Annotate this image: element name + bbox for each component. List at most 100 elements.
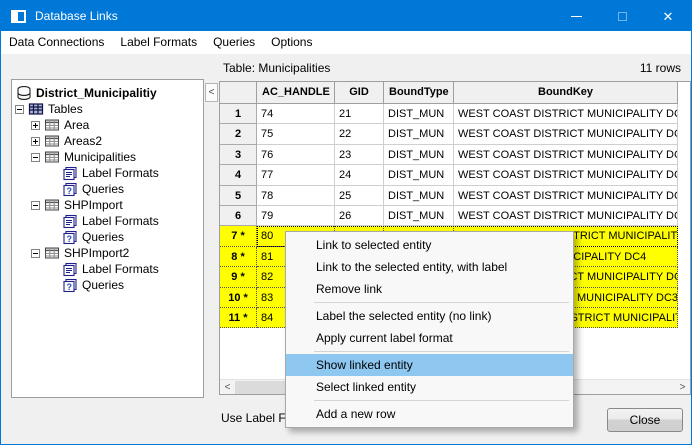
cell[interactable]: DIST_MUN — [384, 145, 454, 165]
collapse-tree-button[interactable]: < — [205, 83, 218, 102]
menubar-item-label-formats[interactable]: Label Formats — [112, 31, 205, 54]
cell[interactable]: 26 — [335, 206, 384, 226]
row-header[interactable]: 5 — [220, 186, 257, 206]
menu-item-add-a-new-row[interactable]: Add a new row — [286, 403, 573, 425]
cell[interactable]: 22 — [335, 124, 384, 144]
row-header[interactable]: 9 * — [220, 267, 257, 287]
table-row[interactable]: 17421DIST_MUNWEST COAST DISTRICT MUNICIP… — [220, 104, 690, 124]
minimize-button[interactable] — [553, 1, 599, 31]
tree-item-label-formats[interactable]: Label Formats — [12, 261, 203, 277]
cell[interactable]: WEST COAST DISTRICT MUNICIPALITY DC1 — [454, 165, 678, 185]
label-formats-icon — [62, 165, 78, 181]
table-row[interactable]: 27522DIST_MUNWEST COAST DISTRICT MUNICIP… — [220, 124, 690, 144]
row-header[interactable]: 3 — [220, 145, 257, 165]
menu-item-label-the-selected-entity-no-link-[interactable]: Label the selected entity (no link) — [286, 305, 573, 327]
cell[interactable]: DIST_MUN — [384, 186, 454, 206]
row-header[interactable]: 7 * — [220, 226, 257, 246]
table-row[interactable]: 47724DIST_MUNWEST COAST DISTRICT MUNICIP… — [220, 165, 690, 185]
tree-item-queries[interactable]: ?Queries — [12, 229, 203, 245]
column-header-BoundType[interactable]: BoundType — [384, 82, 454, 104]
cell[interactable]: 74 — [257, 104, 335, 124]
cell[interactable]: 76 — [257, 145, 335, 165]
cell[interactable]: WEST COAST DISTRICT MUNICIPALITY DC1 — [454, 145, 678, 165]
table-row[interactable]: 57825DIST_MUNWEST COAST DISTRICT MUNICIP… — [220, 186, 690, 206]
table-name-label: Table: Municipalities — [223, 61, 330, 75]
row-header[interactable]: 10 * — [220, 288, 257, 308]
menu-item-link-to-selected-entity[interactable]: Link to selected entity — [286, 234, 573, 256]
cell[interactable]: WEST COAST DISTRICT MUNICIPALITY DC1 — [454, 104, 678, 124]
row-header[interactable]: 8 * — [220, 247, 257, 267]
collapse-minus-icon[interactable] — [31, 153, 40, 162]
tree-item-district_municipalitiy[interactable]: District_Municipalitiy — [12, 85, 203, 101]
maximize-button[interactable] — [599, 1, 645, 31]
menu-separator — [314, 400, 569, 401]
column-header-BoundKey[interactable]: BoundKey — [454, 82, 678, 104]
expand-plus-icon[interactable] — [31, 121, 40, 130]
tree-item-shpimport2[interactable]: SHPImport2 — [12, 245, 203, 261]
tree-item-tables[interactable]: Tables — [12, 101, 203, 117]
tree-item-municipalities[interactable]: Municipalities — [12, 149, 203, 165]
row-header[interactable]: 2 — [220, 124, 257, 144]
collapse-minus-icon[interactable] — [31, 249, 40, 258]
row-header[interactable]: 4 — [220, 165, 257, 185]
row-count-label: 11 rows — [640, 61, 681, 75]
cell[interactable]: 78 — [257, 186, 335, 206]
menu-item-apply-current-label-format[interactable]: Apply current label format — [286, 327, 573, 349]
tree-item-label: Queries — [82, 229, 124, 245]
cell[interactable]: 25 — [335, 186, 384, 206]
collapse-minus-icon[interactable] — [15, 105, 24, 114]
cell[interactable]: DIST_MUN — [384, 124, 454, 144]
close-window-button[interactable]: ✕ — [645, 1, 691, 31]
cell[interactable]: 24 — [335, 165, 384, 185]
window-controls: ✕ — [553, 1, 691, 31]
cell[interactable]: 75 — [257, 124, 335, 144]
cell[interactable]: 79 — [257, 206, 335, 226]
row-header[interactable]: 11 * — [220, 308, 257, 328]
tree-item-area[interactable]: Area — [12, 117, 203, 133]
cell[interactable]: WEST COAST DISTRICT MUNICIPALITY DC1 — [454, 124, 678, 144]
menubar-item-options[interactable]: Options — [263, 31, 320, 54]
connection-tree: District_MunicipalitiyTablesAreaAreas2Mu… — [11, 79, 204, 398]
expand-plus-icon[interactable] — [31, 137, 40, 146]
tree-item-areas2[interactable]: Areas2 — [12, 133, 203, 149]
menu-item-select-linked-entity[interactable]: Select linked entity — [286, 376, 573, 398]
collapse-minus-icon[interactable] — [31, 201, 40, 210]
table-row[interactable]: 67926DIST_MUNWEST COAST DISTRICT MUNICIP… — [220, 206, 690, 226]
cell[interactable]: WEST COAST DISTRICT MUNICIPALITY DC1 — [454, 186, 678, 206]
title-bar[interactable]: Database Links ✕ — [1, 1, 691, 31]
queries-icon: ? — [62, 277, 78, 293]
table-row[interactable]: 37623DIST_MUNWEST COAST DISTRICT MUNICIP… — [220, 145, 690, 165]
scroll-right-arrow[interactable]: > — [675, 380, 690, 394]
menubar-item-data-connections[interactable]: Data Connections — [1, 31, 112, 54]
table-icon — [44, 117, 60, 133]
tree-item-shpimport[interactable]: SHPImport — [12, 197, 203, 213]
cell[interactable]: 23 — [335, 145, 384, 165]
close-button[interactable]: Close — [607, 408, 683, 432]
cell[interactable]: WEST COAST DISTRICT MUNICIPALITY DC1 — [454, 206, 678, 226]
tree-item-label: Label Formats — [82, 261, 159, 277]
tree-item-queries[interactable]: ?Queries — [12, 277, 203, 293]
scroll-left-arrow[interactable]: < — [220, 380, 235, 394]
column-header-rownum[interactable] — [220, 82, 257, 104]
menu-item-link-to-the-selected-entity-with-label[interactable]: Link to the selected entity, with label — [286, 256, 573, 278]
cell[interactable]: DIST_MUN — [384, 165, 454, 185]
tree-item-label-formats[interactable]: Label Formats — [12, 165, 203, 181]
menu-item-remove-link[interactable]: Remove link — [286, 278, 573, 300]
row-cells: 7623DIST_MUNWEST COAST DISTRICT MUNICIPA… — [257, 145, 678, 165]
database-icon — [16, 85, 32, 101]
queries-icon: ? — [62, 229, 78, 245]
row-header[interactable]: 1 — [220, 104, 257, 124]
column-header-GID[interactable]: GID — [335, 82, 384, 104]
context-menu: Link to selected entityLink to the selec… — [285, 231, 574, 428]
menu-item-show-linked-entity[interactable]: Show linked entity — [286, 354, 573, 376]
cell[interactable]: 21 — [335, 104, 384, 124]
cell[interactable]: DIST_MUN — [384, 206, 454, 226]
menubar-item-queries[interactable]: Queries — [205, 31, 263, 54]
cell[interactable]: 77 — [257, 165, 335, 185]
cell[interactable]: DIST_MUN — [384, 104, 454, 124]
row-header[interactable]: 6 — [220, 206, 257, 226]
column-header-AC_HANDLE[interactable]: AC_HANDLE — [257, 82, 335, 104]
tree-item-queries[interactable]: ?Queries — [12, 181, 203, 197]
tree-item-label-formats[interactable]: Label Formats — [12, 213, 203, 229]
table-icon — [44, 245, 60, 261]
